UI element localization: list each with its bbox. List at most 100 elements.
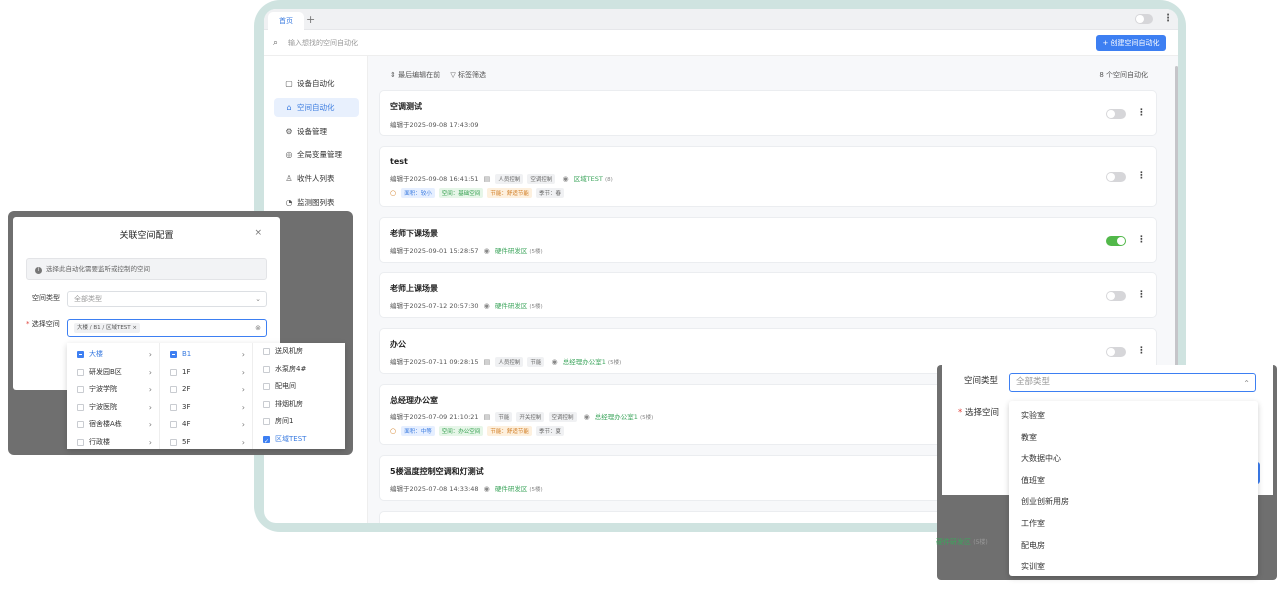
- card-title: 总经理办公室: [390, 396, 438, 405]
- automation-card[interactable]: 老师下课场景 编辑于2025-09-01 15:28:57 ◉ 硬件研发区 (5…: [379, 217, 1157, 263]
- card-tag: 节能: [495, 412, 513, 422]
- dropdown-option[interactable]: 值班室: [1021, 475, 1045, 486]
- location-pin-icon: ◉: [483, 485, 490, 493]
- space-type-select[interactable]: 全部类型 ⌃: [1009, 373, 1256, 392]
- enable-toggle[interactable]: [1106, 109, 1126, 119]
- chip-close-icon[interactable]: ×: [132, 325, 137, 331]
- cascader-column-floors: B1 › 1F › 2F › 3F › 4F › 5F ›: [160, 343, 253, 449]
- automation-card[interactable]: 空调测试 编辑于2025-09-08 17:43:09 ⋮: [379, 90, 1157, 136]
- more-menu-icon[interactable]: ⋮: [1163, 14, 1173, 24]
- cascader-item[interactable]: 1F ›: [160, 364, 252, 382]
- dropdown-option[interactable]: 教室: [1021, 432, 1037, 443]
- close-icon[interactable]: ×: [254, 228, 262, 238]
- card-location: 硬件研发区: [494, 302, 528, 310]
- checkbox[interactable]: [77, 421, 84, 429]
- space-type-select[interactable]: 全部类型 ⌄: [67, 291, 267, 307]
- cascader-item[interactable]: 大楼 ›: [67, 346, 159, 364]
- add-tab-button[interactable]: +: [306, 12, 315, 28]
- cascader-item[interactable]: 宁波医院 ›: [67, 399, 159, 417]
- card-location: 总经理办公室1: [562, 358, 606, 366]
- cascader-item[interactable]: 水泵房4#: [253, 361, 345, 379]
- cascader-item[interactable]: 房间1: [253, 413, 345, 431]
- dropdown-option[interactable]: 实验室: [1021, 410, 1045, 421]
- card-location-floor: (5楼): [607, 360, 622, 366]
- checkbox[interactable]: [263, 433, 270, 449]
- card-more-icon[interactable]: ⋮: [1137, 235, 1146, 245]
- select-space-input[interactable]: 大楼 / B1 / 区域TEST × ⊗: [67, 319, 267, 337]
- circle-icon: ○: [390, 427, 397, 435]
- checkbox[interactable]: [263, 418, 270, 426]
- enable-toggle[interactable]: [1106, 347, 1126, 357]
- cascader-item[interactable]: 3F ›: [160, 399, 252, 417]
- cascader-item[interactable]: 行政楼 ›: [67, 434, 159, 449]
- sidebar-item-device-automation[interactable]: ▢ 设备自动化: [274, 74, 359, 93]
- dropdown-option[interactable]: 配电房: [1021, 540, 1045, 551]
- clear-icon[interactable]: ⊗: [255, 321, 261, 335]
- dropdown-option[interactable]: 工作室: [1021, 518, 1045, 529]
- card-meta: 编辑于2025-09-08 16:41:51 ▤ 人员控制 空调控制 ◉ 区域T…: [390, 174, 613, 184]
- sidebar-item-space-automation[interactable]: ⌂ 空间自动化: [274, 98, 359, 117]
- checkbox[interactable]: [170, 386, 177, 394]
- cascader-item[interactable]: 研发园B区 ›: [67, 364, 159, 382]
- checkbox[interactable]: [170, 368, 177, 376]
- search-input[interactable]: 输入想找的空间自动化: [288, 38, 358, 48]
- checkbox[interactable]: [263, 365, 270, 373]
- tag-filter-button[interactable]: 标签筛选: [458, 71, 486, 79]
- dropdown-option[interactable]: 创业创新用房: [1021, 496, 1069, 507]
- dropdown-option[interactable]: 大数据中心: [1021, 453, 1061, 464]
- create-space-automation-button[interactable]: + 创建空间自动化: [1096, 35, 1166, 51]
- cascader-column-buildings: 大楼 › 研发园B区 › 宁波学院 › 宁波医院 › 宿舍楼A栋 › 行政楼 ›: [67, 343, 160, 449]
- card-more-icon[interactable]: ⋮: [1137, 171, 1146, 181]
- cascader-item[interactable]: 宿舍楼A栋 ›: [67, 416, 159, 434]
- checkbox[interactable]: [77, 368, 84, 376]
- cascader-item[interactable]: 排烟机房: [253, 396, 345, 414]
- checkbox[interactable]: [77, 351, 84, 358]
- cascader-item[interactable]: B1 ›: [160, 346, 252, 364]
- checkbox[interactable]: [263, 348, 270, 355]
- checkbox[interactable]: [263, 383, 270, 391]
- cascader-item[interactable]: 5F ›: [160, 434, 252, 449]
- checkbox[interactable]: [77, 439, 84, 446]
- cascader-item[interactable]: 宁波学院 ›: [67, 381, 159, 399]
- sort-filter-row: ⇕ 最后编辑在前 ▽ 标签筛选: [390, 70, 486, 80]
- enable-toggle[interactable]: [1106, 236, 1126, 246]
- checkbox[interactable]: [77, 403, 84, 411]
- enable-toggle[interactable]: [1106, 291, 1126, 301]
- card-more-icon[interactable]: ⋮: [1137, 346, 1146, 356]
- tab-home[interactable]: 首页: [268, 12, 304, 30]
- gear-icon: ⚙: [285, 127, 293, 136]
- card-title: 老师上课场景: [390, 284, 438, 293]
- sidebar-item-global-variables[interactable]: ◎ 全局变量管理: [274, 145, 359, 164]
- enable-toggle[interactable]: [1106, 172, 1126, 182]
- automation-card[interactable]: 老师上课场景 编辑于2025-07-12 20:57:30 ◉ 硬件研发区 (5…: [379, 272, 1157, 318]
- card-more-icon[interactable]: ⋮: [1137, 290, 1146, 300]
- checkbox[interactable]: [170, 439, 177, 446]
- checkbox[interactable]: [170, 351, 177, 358]
- automation-card[interactable]: test 编辑于2025-09-08 16:41:51 ▤ 人员控制 空调控制 …: [379, 146, 1157, 207]
- cascader-item[interactable]: 4F ›: [160, 416, 252, 434]
- checkbox[interactable]: [170, 421, 177, 429]
- sidebar-item-monitor-charts[interactable]: ◔ 监测图列表: [274, 193, 359, 212]
- dropdown-option[interactable]: 实训室: [1021, 561, 1045, 572]
- tag-icon: ▤: [483, 358, 491, 366]
- checkbox[interactable]: [77, 386, 84, 394]
- cascader-item[interactable]: 区域TEST: [253, 431, 345, 449]
- card-location: 总经理办公室1: [594, 413, 638, 421]
- modal-title: 关联空间配置: [119, 231, 174, 241]
- sidebar-item-recipients[interactable]: ♙ 收件人列表: [274, 169, 359, 188]
- theme-toggle[interactable]: [1135, 14, 1153, 24]
- device-automation-icon: ▢: [285, 79, 293, 88]
- sidebar-item-device-management[interactable]: ⚙ 设备管理: [274, 122, 359, 141]
- cascader-item[interactable]: 配电间: [253, 378, 345, 396]
- sort-button[interactable]: 最后编辑在前: [398, 71, 440, 79]
- checkbox[interactable]: [170, 403, 177, 411]
- chevron-up-icon: ⌃: [1243, 379, 1250, 388]
- card-location: 硬件研发区: [494, 485, 528, 493]
- card-more-icon[interactable]: ⋮: [1137, 108, 1146, 118]
- card-location-floor: (8): [604, 177, 613, 183]
- checkbox[interactable]: [263, 400, 270, 408]
- chevron-right-icon: ›: [148, 438, 152, 447]
- cascader-item[interactable]: 送风机房: [253, 343, 345, 361]
- cascader-item[interactable]: 2F ›: [160, 381, 252, 399]
- space-type-dropdown: 实验室 教室 大数据中心 值班室 创业创新用房 工作室 配电房 实训室: [1009, 401, 1258, 576]
